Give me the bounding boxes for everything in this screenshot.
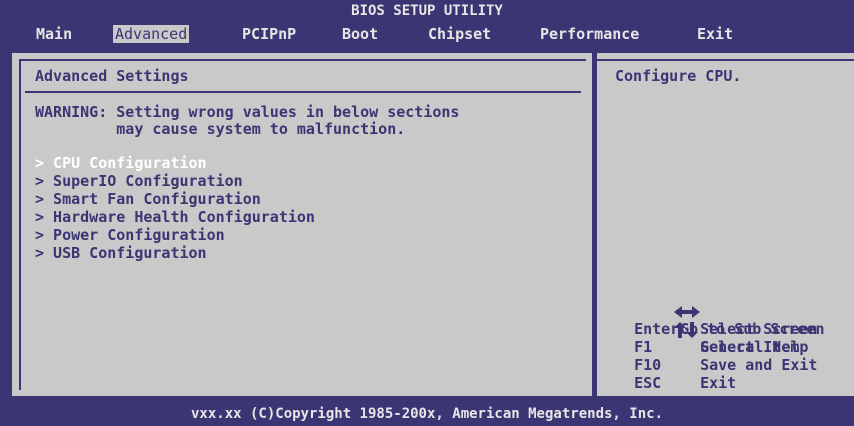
menu-performance[interactable]: Performance (540, 25, 639, 43)
menu-exit[interactable]: Exit (697, 25, 733, 43)
submenu-hardware-health-configuration[interactable]: > Hardware Health Configuration (35, 209, 315, 226)
key-label: ESC (634, 374, 662, 392)
submenu-superio-configuration[interactable]: > SuperIO Configuration (35, 173, 243, 190)
heading-divider (25, 91, 581, 93)
warning-line-2: may cause system to malfunction. (35, 120, 406, 138)
key-hint-esc: ESC Exit (616, 356, 736, 392)
submenu-power-configuration[interactable]: > Power Configuration (35, 227, 225, 244)
help-text: Configure CPU. (615, 67, 742, 85)
submenu-smart-fan-configuration[interactable]: > Smart Fan Configuration (35, 191, 261, 208)
menu-boot[interactable]: Boot (342, 25, 378, 43)
menu-main[interactable]: Main (36, 25, 72, 43)
bios-title: BIOS SETUP UTILITY (351, 3, 503, 19)
menu-pcipnp[interactable]: PCIPnP (242, 25, 296, 43)
section-heading: Advanced Settings (35, 67, 189, 85)
copyright-footer: vxx.xx (C)Copyright 1985-200x, American … (190, 406, 663, 422)
menu-chipset[interactable]: Chipset (428, 25, 491, 43)
warning-line-1: WARNING: Setting wrong values in below s… (35, 103, 460, 121)
key-desc: Exit (700, 374, 737, 392)
menu-advanced[interactable]: Advanced (113, 25, 190, 43)
submenu-cpu-configuration[interactable]: > CPU Configuration (35, 155, 207, 172)
submenu-usb-configuration[interactable]: > USB Configuration (35, 245, 207, 262)
